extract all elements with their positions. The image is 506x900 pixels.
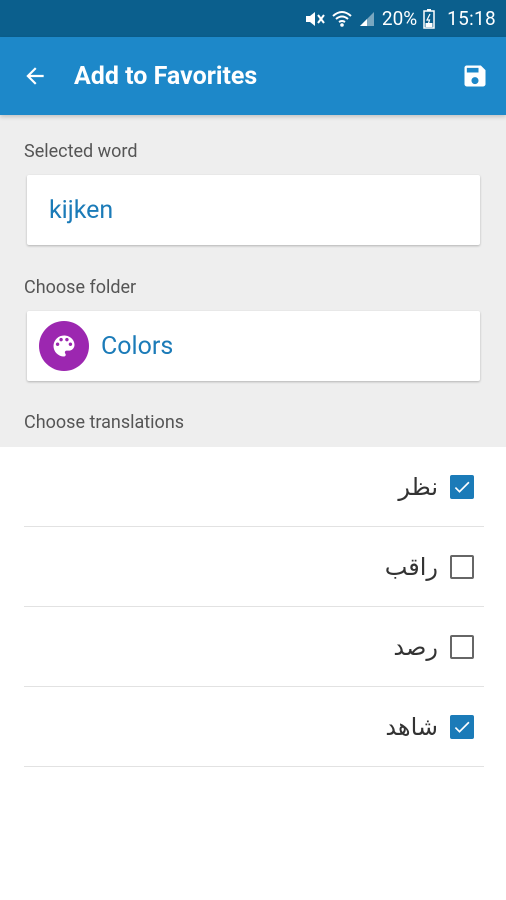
signal-icon: [358, 7, 376, 31]
app-bar: Add to Favorites: [0, 37, 506, 115]
translation-text: راقب: [384, 553, 438, 581]
battery-icon: [423, 7, 435, 31]
check-icon: [454, 481, 470, 493]
checkbox-checked[interactable]: [450, 475, 474, 499]
wifi-icon: [332, 7, 352, 31]
translation-text: رصد: [393, 633, 438, 661]
translations-list: نظر راقب رصد شاهد: [0, 447, 506, 767]
mute-icon: [304, 7, 326, 31]
checkbox-unchecked[interactable]: [450, 635, 474, 659]
selected-word-field[interactable]: kijken: [27, 175, 480, 245]
divider: [24, 766, 484, 767]
translation-item[interactable]: نظر: [0, 447, 506, 527]
status-bar: 20% 15:18: [0, 0, 506, 37]
translation-text: شاهد: [385, 713, 438, 741]
checkbox-checked[interactable]: [450, 715, 474, 739]
folder-name: Colors: [101, 331, 174, 361]
save-icon: [464, 65, 486, 87]
form-area: Selected word kijken Choose folder Color…: [0, 115, 506, 447]
page-title: Add to Favorites: [74, 61, 258, 91]
save-button[interactable]: [444, 37, 506, 115]
choose-translations-label: Choose translations: [24, 412, 185, 433]
selected-word-value: kijken: [49, 195, 114, 225]
translation-item[interactable]: رصد: [0, 607, 506, 687]
choose-folder-label: Choose folder: [24, 277, 137, 298]
battery-percent: 20%: [381, 7, 418, 30]
clock: 15:18: [447, 7, 496, 30]
selected-word-label: Selected word: [24, 141, 138, 162]
translation-text: نظر: [398, 473, 438, 501]
translation-item[interactable]: راقب: [0, 527, 506, 607]
folder-selector[interactable]: Colors: [27, 311, 480, 381]
translation-item[interactable]: شاهد: [0, 687, 506, 767]
checkbox-unchecked[interactable]: [450, 555, 474, 579]
back-button[interactable]: [0, 37, 70, 115]
palette-icon: [39, 321, 89, 371]
arrow-back-icon: [26, 67, 44, 85]
check-icon: [454, 721, 470, 733]
